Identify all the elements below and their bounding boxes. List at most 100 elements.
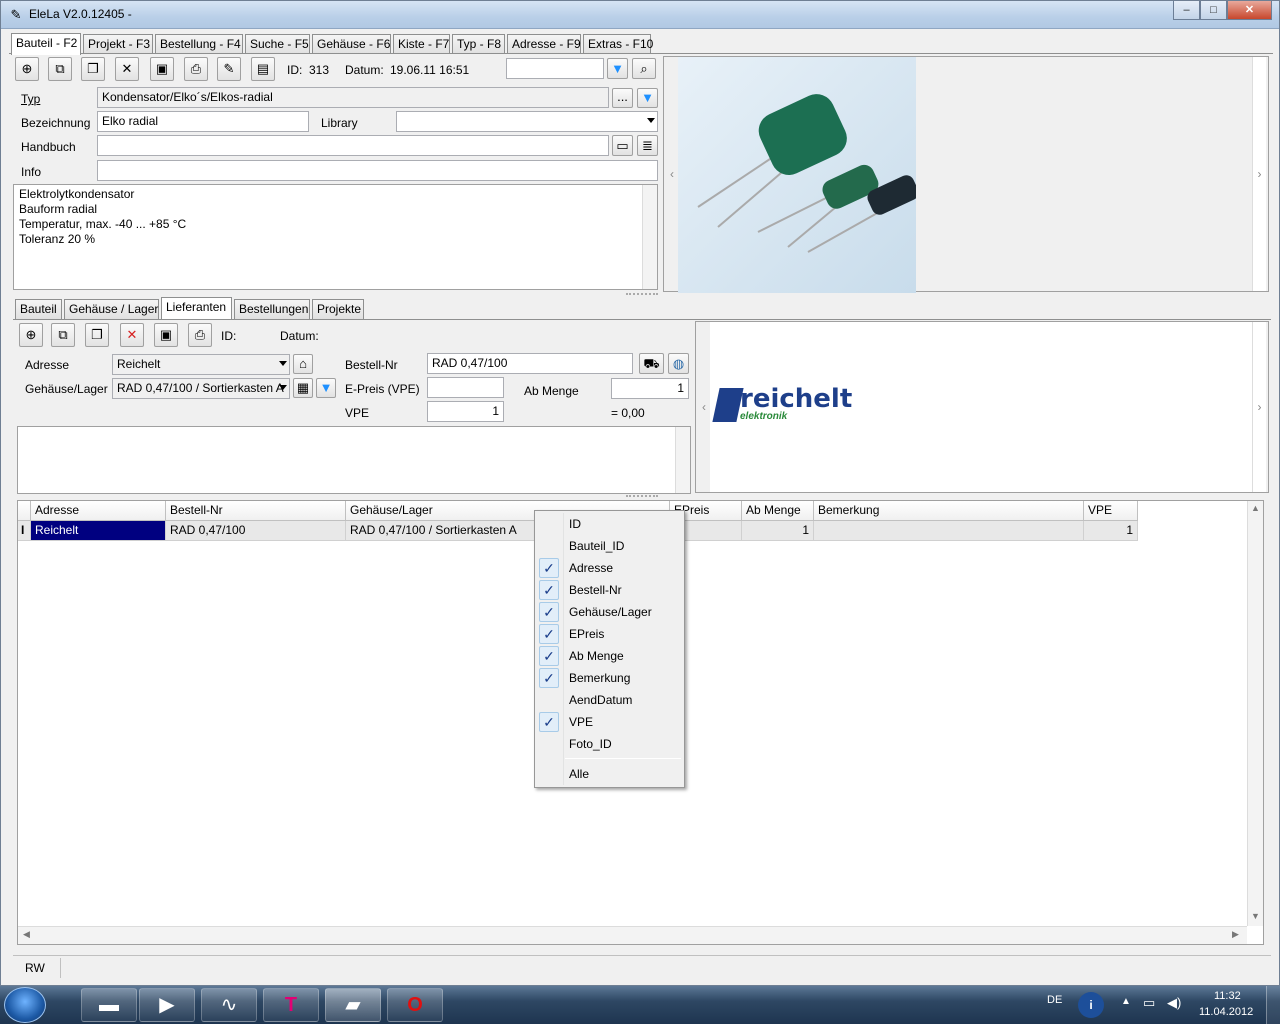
copy-supplier-button[interactable]: ⧉ xyxy=(51,323,75,347)
column-header-bemerkung[interactable]: Bemerkung xyxy=(814,501,1084,521)
document-icon[interactable]: ≣ xyxy=(637,135,658,156)
subtab-gehaeuse-lager[interactable]: Gehäuse / Lager xyxy=(64,299,159,319)
delete-supplier-button[interactable]: ✕ xyxy=(120,323,144,347)
tray-expand-icon[interactable]: ▲ xyxy=(1121,996,1131,1007)
table-cell-bemerkung[interactable] xyxy=(814,521,1084,541)
description-memo[interactable]: Elektrolytkondensator Bauform radial Tem… xyxy=(13,184,658,290)
subtab-projekte[interactable]: Projekte xyxy=(312,299,364,319)
search-input[interactable] xyxy=(506,58,604,79)
bezeichnung-field[interactable]: Elko radial xyxy=(97,111,309,132)
print-supplier-button[interactable]: ⎙ xyxy=(188,323,212,347)
info-field[interactable] xyxy=(97,160,658,181)
globe-icon[interactable]: ◍ xyxy=(668,353,689,374)
explorer-icon[interactable]: ▬ xyxy=(81,988,137,1022)
column-header-vpe[interactable]: VPE xyxy=(1084,501,1138,521)
close-button[interactable]: ✕ xyxy=(1227,1,1272,20)
menu-item-foto-id[interactable]: Foto_ID xyxy=(535,733,684,755)
column-header-bestellnr[interactable]: Bestell-Nr xyxy=(166,501,346,521)
network-icon[interactable]: ▭ xyxy=(1143,995,1155,1011)
prev-logo-icon[interactable]: ‹ xyxy=(698,322,710,492)
export-button[interactable]: ▤ xyxy=(251,57,275,81)
minimize-button[interactable]: – xyxy=(1173,1,1200,20)
bestellnr-field[interactable]: RAD 0,47/100 xyxy=(427,353,633,374)
subtab-lieferanten[interactable]: Lieferanten xyxy=(161,297,232,319)
abmenge-field[interactable]: 1 xyxy=(611,378,689,399)
copy-button[interactable]: ⧉ xyxy=(48,57,72,81)
tab-gehaeuse[interactable]: Gehäuse - F6 xyxy=(312,34,391,54)
scroll-down-icon[interactable]: ▼ xyxy=(1251,911,1260,921)
menu-item-abmenge[interactable]: ✓ Ab Menge xyxy=(535,645,684,667)
splitter-grip[interactable] xyxy=(626,495,658,498)
prev-image-icon[interactable]: ‹ xyxy=(666,57,678,291)
supplier-memo-scrollbar[interactable] xyxy=(675,427,690,493)
opera-icon[interactable]: O xyxy=(387,988,443,1022)
filter-icon[interactable]: ▼ xyxy=(607,58,628,79)
menu-item-alle[interactable]: Alle xyxy=(535,763,684,785)
scroll-up-icon[interactable]: ▲ xyxy=(1251,503,1260,513)
table-cell-abmenge[interactable]: 1 xyxy=(742,521,814,541)
telekom-icon[interactable]: T xyxy=(263,988,319,1022)
media-player-icon[interactable]: ▶ xyxy=(139,988,195,1022)
column-header-adresse[interactable]: Adresse xyxy=(31,501,166,521)
menu-item-gehaeuse[interactable]: ✓ Gehäuse/Lager xyxy=(535,601,684,623)
next-image-icon[interactable]: › xyxy=(1252,57,1266,291)
scroll-left-icon[interactable]: ◀ xyxy=(23,929,30,940)
typ-filter-icon[interactable]: ▼ xyxy=(637,88,658,108)
clock-time[interactable]: 11:32 xyxy=(1214,990,1241,1002)
save-button[interactable]: ▣ xyxy=(150,57,174,81)
scroll-right-icon[interactable]: ▶ xyxy=(1232,929,1239,940)
menu-item-bemerkung[interactable]: ✓ Bemerkung xyxy=(535,667,684,689)
volume-icon[interactable]: ◀) xyxy=(1167,995,1181,1011)
tab-adresse[interactable]: Adresse - F9 xyxy=(507,34,581,54)
search-icon[interactable]: ⌕ xyxy=(632,58,656,79)
subtab-bestellungen[interactable]: Bestellungen xyxy=(234,299,310,319)
tab-kiste[interactable]: Kiste - F7 xyxy=(393,34,450,54)
menu-item-bestellnr[interactable]: ✓ Bestell-Nr xyxy=(535,579,684,601)
adresse-select[interactable]: Reichelt xyxy=(112,354,290,375)
menu-item-id[interactable]: ID xyxy=(535,513,684,535)
tab-bauteil[interactable]: Bauteil - F2 xyxy=(11,33,81,55)
menu-item-adresse[interactable]: ✓ Adresse xyxy=(535,557,684,579)
table-cell-adresse[interactable]: Reichelt xyxy=(31,521,166,541)
new-supplier-button[interactable]: ⊕ xyxy=(19,323,43,347)
vpe-field[interactable]: 1 xyxy=(427,401,504,422)
edit-button[interactable]: ✎ xyxy=(217,57,241,81)
new-part-button[interactable]: ⊕ xyxy=(15,57,39,81)
duplicate-supplier-button[interactable]: ❐ xyxy=(85,323,109,347)
typ-field[interactable]: Kondensator/Elko´s/Elkos-radial xyxy=(97,87,609,108)
gehaeuse-select[interactable]: RAD 0,47/100 / Sortierkasten A xyxy=(112,378,290,399)
car-icon[interactable]: ⛟ xyxy=(639,353,664,374)
gehaeuse-filter-icon[interactable]: ▼ xyxy=(316,378,336,398)
supplier-memo[interactable] xyxy=(17,426,691,494)
table-cell-bestellnr[interactable]: RAD 0,47/100 xyxy=(166,521,346,541)
description-scrollbar[interactable] xyxy=(642,185,657,289)
menu-item-bauteil-id[interactable]: Bauteil_ID xyxy=(535,535,684,557)
library-select[interactable] xyxy=(396,111,658,132)
menu-item-vpe[interactable]: ✓ VPE xyxy=(535,711,684,733)
column-header-abmenge[interactable]: Ab Menge xyxy=(742,501,814,521)
menu-item-aenddatum[interactable]: AendDatum xyxy=(535,689,684,711)
print-button[interactable]: ⎙ xyxy=(184,57,208,81)
next-logo-icon[interactable]: › xyxy=(1252,322,1266,492)
start-button[interactable] xyxy=(4,987,46,1023)
delete-button[interactable]: ✕ xyxy=(115,57,139,81)
show-desktop-button[interactable] xyxy=(1266,986,1280,1024)
folder-open-icon[interactable]: ▭ xyxy=(612,135,633,156)
splitter-grip[interactable] xyxy=(626,293,658,296)
home-icon[interactable]: ⌂ xyxy=(293,354,313,374)
duplicate-button[interactable]: ❐ xyxy=(81,57,105,81)
typ-browse-button[interactable]: ... xyxy=(612,88,633,108)
grid-vertical-scrollbar[interactable]: ▲ ▼ xyxy=(1247,501,1263,926)
tab-typ[interactable]: Typ - F8 xyxy=(452,34,505,54)
subtab-bauteil[interactable]: Bauteil xyxy=(15,299,62,319)
tab-bestellung[interactable]: Bestellung - F4 xyxy=(155,34,243,54)
clock-date[interactable]: 11.04.2012 xyxy=(1199,1006,1253,1018)
handbuch-field[interactable] xyxy=(97,135,609,156)
maximize-button[interactable]: □ xyxy=(1200,1,1227,20)
epreis-field[interactable] xyxy=(427,377,504,398)
elela-taskbar-icon[interactable]: ▰ xyxy=(325,988,381,1022)
language-indicator[interactable]: DE xyxy=(1047,994,1062,1006)
save-supplier-button[interactable]: ▣ xyxy=(154,323,178,347)
menu-item-epreis[interactable]: ✓ EPreis xyxy=(535,623,684,645)
tab-suche[interactable]: Suche - F5 xyxy=(245,34,310,54)
